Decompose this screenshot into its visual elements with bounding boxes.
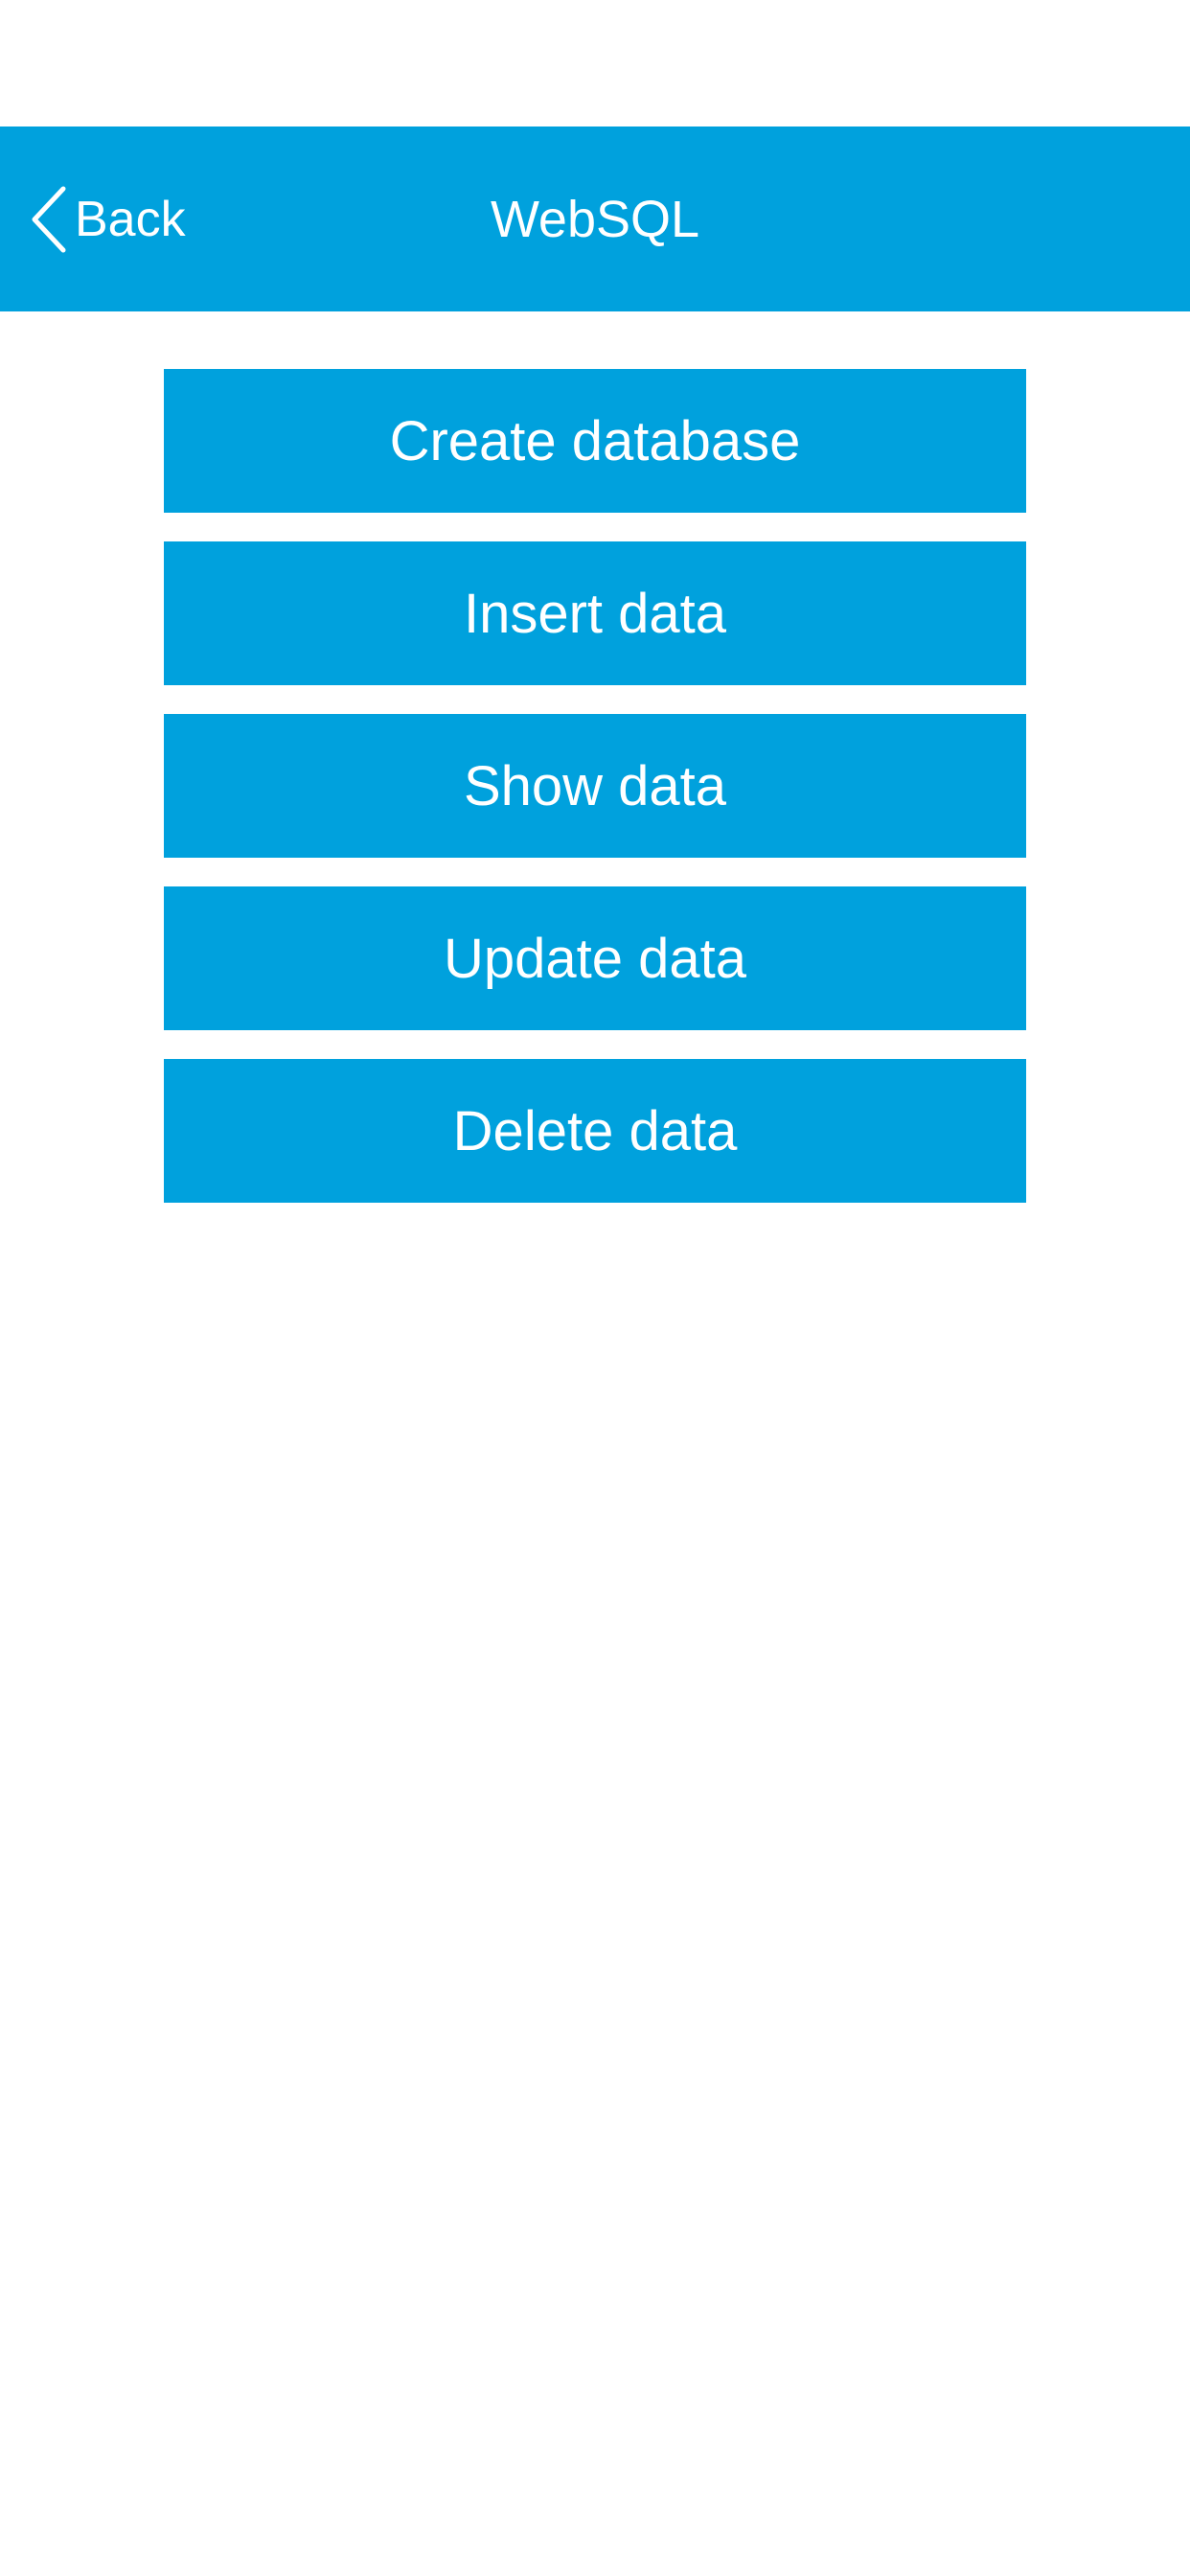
delete-data-button[interactable]: Delete data	[164, 1059, 1026, 1203]
page-title: WebSQL	[490, 190, 700, 248]
app-screen: Back WebSQL Create database Insert data …	[0, 0, 1190, 2576]
status-bar	[0, 0, 1190, 126]
update-data-button[interactable]: Update data	[164, 886, 1026, 1030]
navigation-bar: Back WebSQL	[0, 126, 1190, 311]
insert-data-button[interactable]: Insert data	[164, 541, 1026, 685]
action-button-list: Create database Insert data Show data Up…	[164, 369, 1026, 1231]
create-database-button[interactable]: Create database	[164, 369, 1026, 513]
show-data-button[interactable]: Show data	[164, 714, 1026, 858]
